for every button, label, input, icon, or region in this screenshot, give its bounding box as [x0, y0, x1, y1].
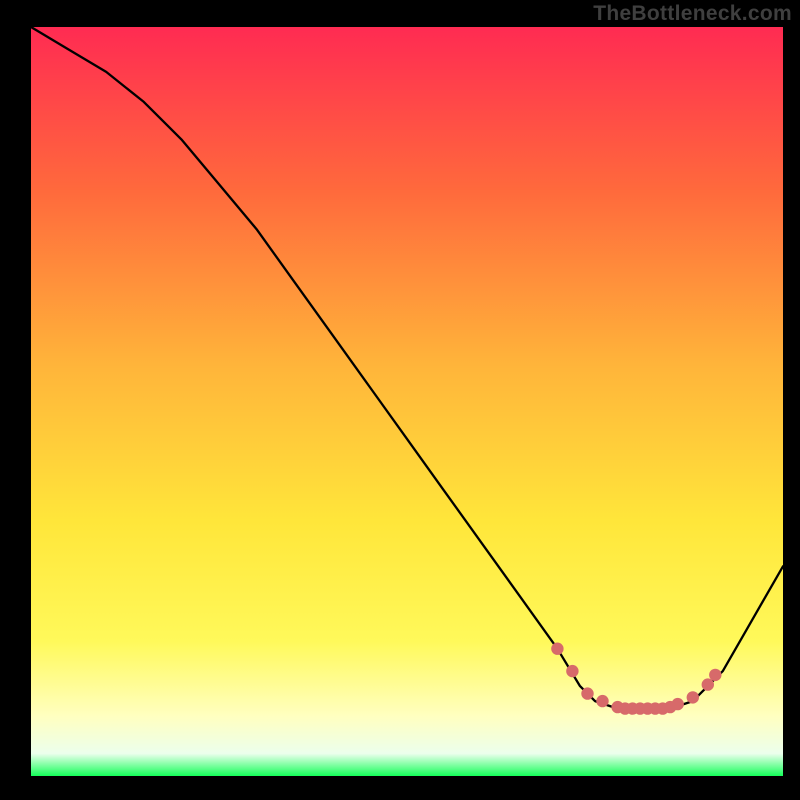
valley-dot: [596, 695, 608, 707]
valley-dot: [566, 665, 578, 677]
valley-dot: [709, 669, 721, 681]
valley-dot: [672, 698, 684, 710]
valley-dot: [702, 678, 714, 690]
valley-dot: [551, 643, 563, 655]
valley-dot: [581, 687, 593, 699]
plot-area: [31, 27, 783, 776]
chart-svg: [0, 0, 800, 800]
chart-stage: TheBottleneck.com: [0, 0, 800, 800]
watermark-text: TheBottleneck.com: [593, 2, 792, 26]
valley-dot: [687, 691, 699, 703]
